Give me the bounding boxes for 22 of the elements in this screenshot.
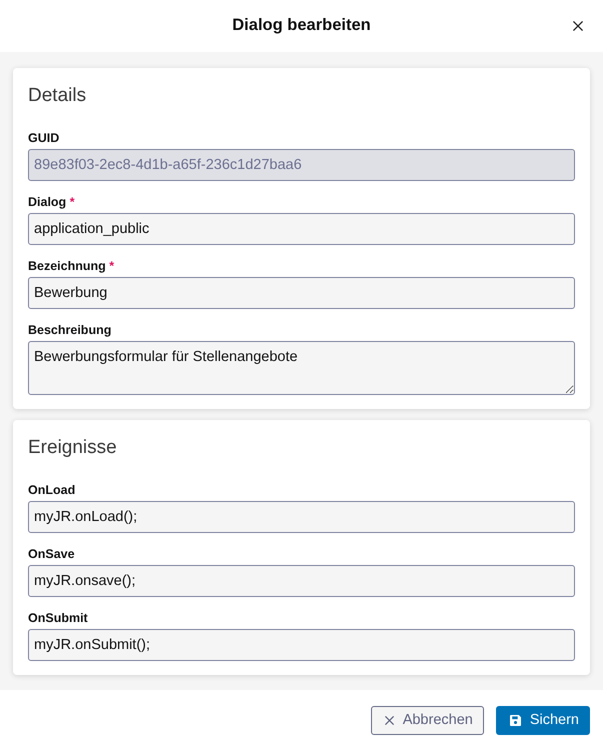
close-icon — [384, 716, 394, 724]
save-button[interactable]: Sichern — [496, 706, 590, 734]
close-button[interactable] — [572, 20, 584, 32]
input-field[interactable]: Bewerbung — [28, 277, 575, 309]
input-field[interactable]: myJR.onsave(); — [28, 565, 575, 597]
field-label: Dialog * — [28, 194, 75, 211]
input-field[interactable]: myJR.onSubmit(); — [28, 629, 575, 661]
section-title: Ereignisse — [28, 436, 117, 460]
input-field[interactable]: application_public — [28, 213, 575, 245]
text-area[interactable]: Bewerbungsformular für Stellenangebote — [28, 341, 575, 395]
field-label: Bezeichnung * — [28, 258, 114, 275]
section-title: Details — [28, 84, 86, 108]
close-icon — [573, 21, 583, 31]
field-label: GUID — [28, 130, 60, 147]
dialog-title: Dialog bearbeiten — [232, 16, 371, 36]
cancel-button[interactable]: Abbrechen — [370, 706, 484, 734]
input-field: 89e83f03-2ec8-4d1b-a65f-236c1d27baa6 — [28, 149, 575, 181]
field-label: OnSubmit — [28, 610, 88, 627]
field-label: Beschreibung — [28, 322, 112, 339]
field-label: OnLoad — [28, 482, 76, 499]
field-label: OnSave — [28, 546, 75, 563]
input-field[interactable]: myJR.onLoad(); — [28, 501, 575, 533]
